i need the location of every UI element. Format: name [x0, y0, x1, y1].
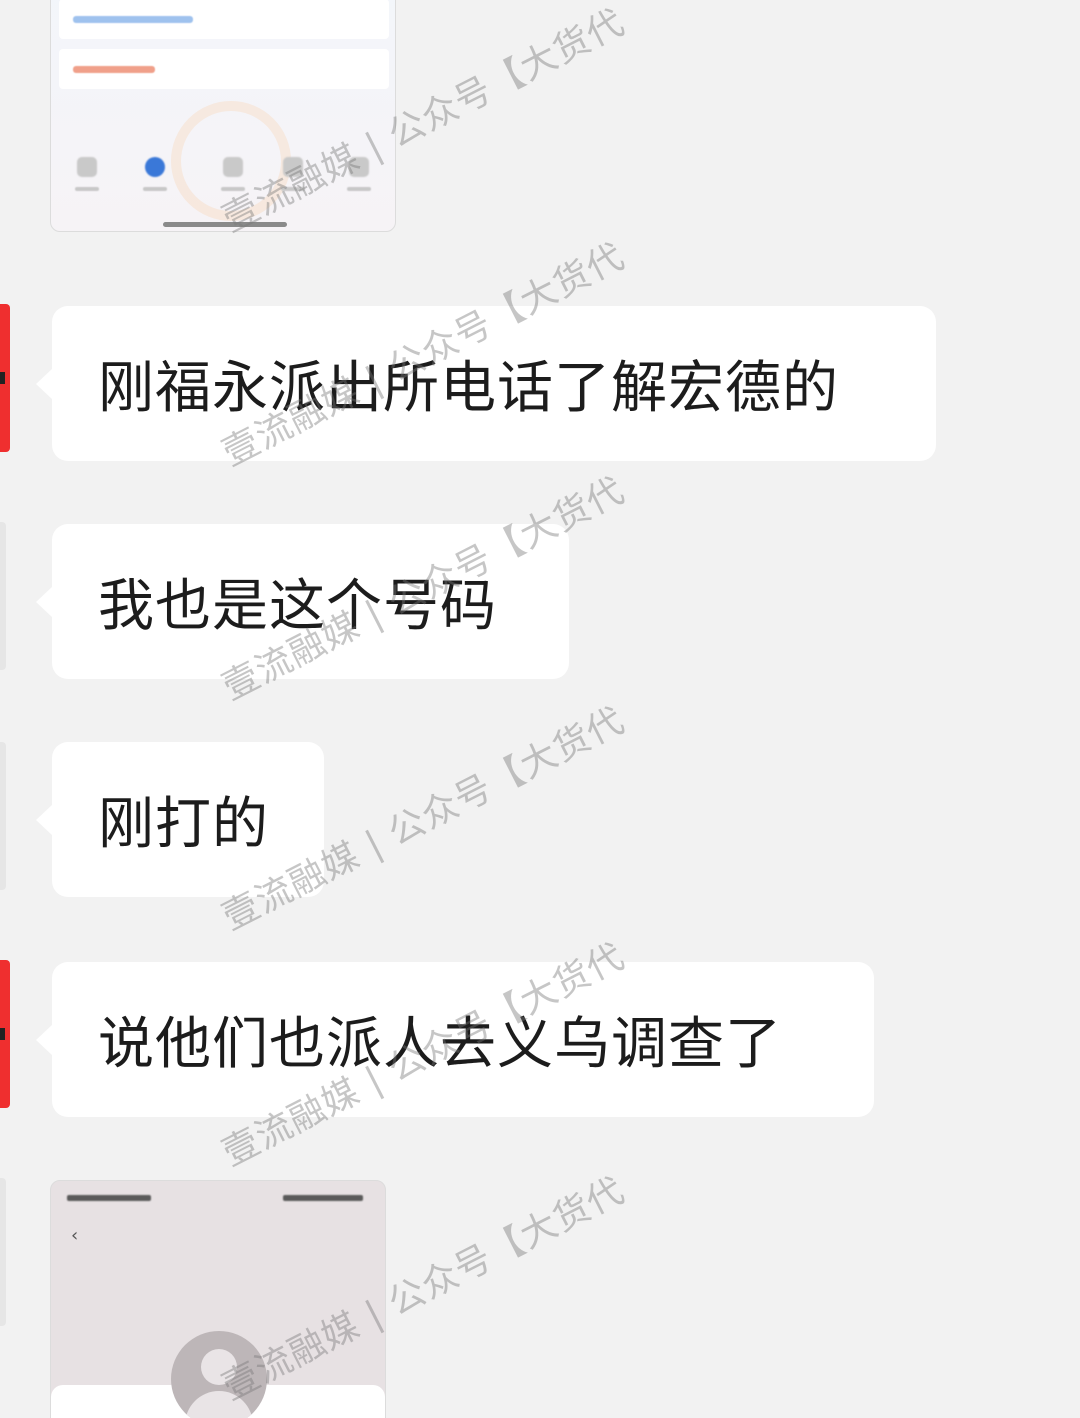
sender-avatar[interactable]: [0, 1178, 6, 1326]
message-bubble[interactable]: 刚福永派出所电话了解宏德的: [36, 306, 936, 461]
message-text: 刚福永派出所电话了解宏德的: [98, 356, 839, 421]
chat-screen: 刚福永派出所电话了解宏德的 我也是这个号码 刚打的 说他们也派人去义乌调查了 ‹…: [0, 0, 1080, 1418]
thumb-nav-icon: [349, 157, 369, 177]
image-message-contact-screenshot[interactable]: ‹: [50, 1180, 386, 1418]
thumb-nav-label: [347, 187, 371, 191]
sender-avatar[interactable]: [0, 960, 10, 1108]
image-message-app-screenshot[interactable]: [50, 0, 396, 232]
message-bubble[interactable]: 我也是这个号码: [36, 524, 569, 679]
thumb-input-field: [59, 0, 389, 39]
message-bubble[interactable]: 说他们也派人去义乌调查了: [36, 962, 874, 1117]
thumb-nav-label: [221, 187, 245, 191]
thumb-nav-icon-active: [145, 157, 165, 177]
thumb-nav-icon: [77, 157, 97, 177]
sender-avatar[interactable]: [0, 304, 10, 452]
thumb-nav-icon: [283, 157, 303, 177]
sender-avatar[interactable]: [0, 742, 6, 890]
thumb-nav-icon: [223, 157, 243, 177]
message-bubble[interactable]: 刚打的: [36, 742, 324, 897]
message-text: 我也是这个号码: [98, 574, 497, 639]
message-text: 刚打的: [98, 792, 269, 857]
thumb-status-bar: [283, 1195, 363, 1201]
thumb-nav-label: [143, 187, 167, 191]
contact-avatar-icon: [171, 1331, 267, 1418]
thumb-input-field: [59, 49, 389, 89]
thumb-bottom-nav: [51, 157, 395, 207]
thumb-home-indicator: [163, 222, 287, 227]
sender-avatar[interactable]: [0, 522, 6, 670]
thumb-status-bar: [67, 1195, 151, 1201]
thumb-nav-label: [281, 187, 305, 191]
thumb-nav-label: [75, 187, 99, 191]
back-icon: ‹: [71, 1225, 79, 1246]
message-text: 说他们也派人去义乌调查了: [98, 1012, 782, 1077]
